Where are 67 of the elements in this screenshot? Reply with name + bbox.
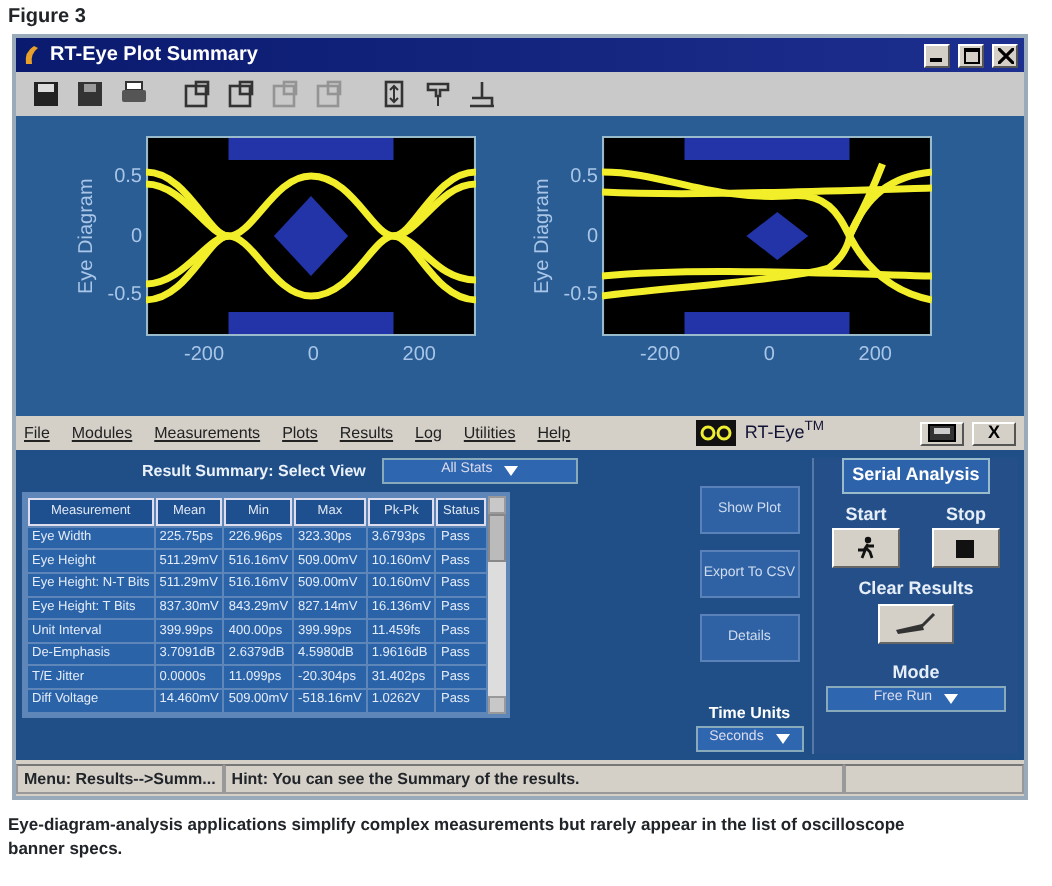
maximize-icon xyxy=(963,47,979,63)
eye-mask xyxy=(273,196,349,276)
menu-item[interactable]: Modules xyxy=(71,421,133,445)
tick-label: 0 xyxy=(128,223,142,251)
toolbar-button[interactable] xyxy=(180,77,214,111)
tick-label: 0.5 xyxy=(568,164,598,192)
baseline-icon xyxy=(465,78,497,110)
tick-label: -0.5 xyxy=(105,282,142,310)
start-button[interactable] xyxy=(831,528,900,568)
zoom-box-icon xyxy=(269,78,301,110)
tick-label: 200 xyxy=(858,342,892,370)
figure-label: Figure 3 xyxy=(6,4,88,32)
marker-icon xyxy=(421,78,453,110)
status-text: Menu: Results-->Summ... xyxy=(16,763,224,793)
menu-item[interactable]: Results xyxy=(339,421,394,445)
app-icon xyxy=(22,44,42,66)
clear-results-label: Clear Results xyxy=(858,576,974,602)
tick-label: 200 xyxy=(402,342,436,370)
tick-label: -0.5 xyxy=(561,282,598,310)
time-units-label: Time Units xyxy=(708,702,791,726)
tick-label: -200 xyxy=(184,342,225,370)
status-text: Hint: You can see the Summary of the results. xyxy=(223,763,844,793)
minimize-button[interactable] xyxy=(924,43,950,67)
toolbar-button[interactable] xyxy=(224,77,258,111)
zoom-box-icon xyxy=(225,78,257,110)
toolbar-button[interactable] xyxy=(72,77,106,111)
close-button[interactable]: X xyxy=(972,421,1016,445)
menu-item[interactable]: Measurements xyxy=(154,421,261,445)
panel-button[interactable] xyxy=(920,421,964,445)
caret-icon xyxy=(504,466,519,476)
caret-icon xyxy=(944,694,959,704)
window-title: RT-Eye Plot Summary xyxy=(50,42,258,70)
menu-item[interactable]: Plots xyxy=(282,421,318,445)
start-label: Start xyxy=(845,501,887,527)
stop-label: Stop xyxy=(945,501,986,528)
close-button[interactable] xyxy=(992,43,1018,67)
toolbar-button[interactable] xyxy=(28,77,62,111)
panel-icon xyxy=(928,424,956,442)
zoom-box-icon xyxy=(181,78,213,110)
menu-item[interactable]: Utilities xyxy=(463,421,516,445)
menu-item[interactable]: Log xyxy=(415,421,442,445)
menu-item[interactable]: File xyxy=(24,421,50,445)
tick-label: 0 xyxy=(307,342,319,370)
tick-label: 0.5 xyxy=(112,164,142,192)
close-icon xyxy=(997,47,1013,63)
clear-results-button[interactable] xyxy=(877,603,954,643)
caret-icon xyxy=(775,734,790,744)
logo-icon xyxy=(696,420,737,446)
figure-caption: Eye-diagram-analysis applications simplify complex measurements but rarely appear in the list of oscilloscope banner specs. xyxy=(6,812,907,860)
panel-title: Serial Analysis xyxy=(842,458,990,493)
zoom-box-icon xyxy=(313,78,345,110)
tick-label: 0 xyxy=(584,223,598,251)
running-figure-icon xyxy=(853,536,878,560)
toolbar-button[interactable] xyxy=(464,77,498,111)
brand-name: RT-Eye$^{TM}$ xyxy=(744,419,824,446)
axis-label: Eye Diagram xyxy=(530,176,556,298)
tick-label: -200 xyxy=(640,342,681,370)
stop-icon xyxy=(956,539,975,557)
tick-label: 0 xyxy=(763,342,775,370)
eye-mask xyxy=(746,212,809,260)
select-view-label: Result Summary: Select View xyxy=(142,459,366,483)
eraser-icon xyxy=(893,611,938,635)
stop-button[interactable] xyxy=(931,528,1000,568)
menu-item[interactable]: Help xyxy=(537,421,571,445)
maximize-button[interactable] xyxy=(958,43,984,67)
mode-label: Mode xyxy=(892,659,940,685)
axis-label: Eye Diagram xyxy=(74,176,100,298)
